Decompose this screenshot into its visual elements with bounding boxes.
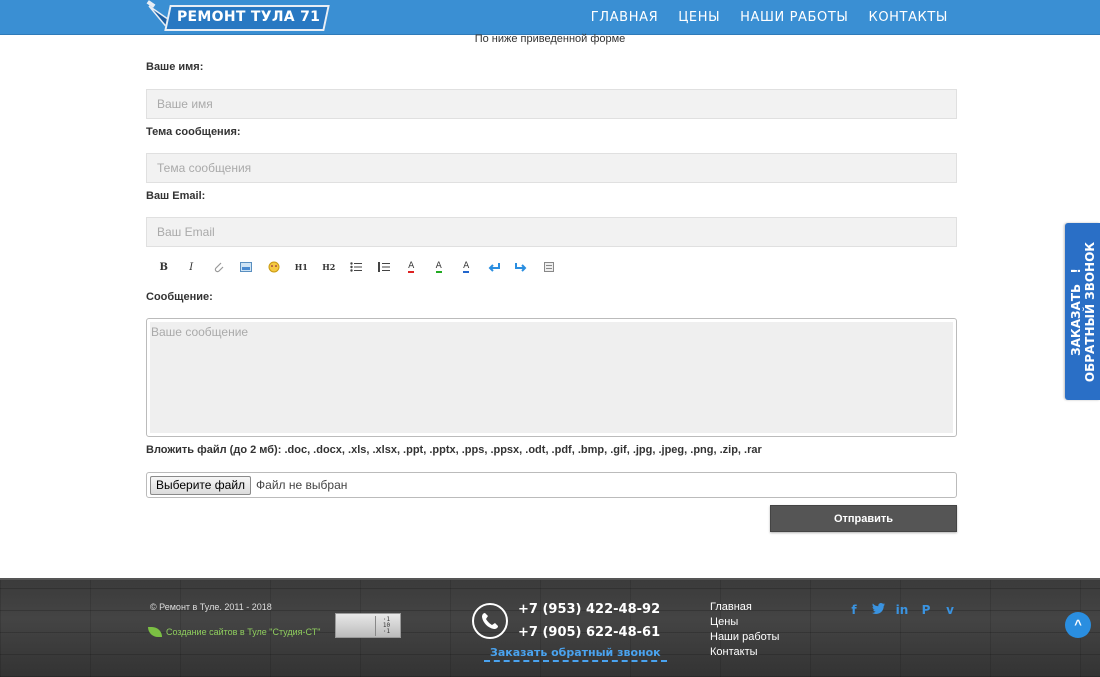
footer-nav-contacts[interactable]: Контакты — [710, 645, 779, 659]
nav-home[interactable]: ГЛАВНАЯ — [591, 10, 658, 25]
phone-number-1[interactable]: +7 (953) 422-48-92 — [518, 602, 660, 617]
studio-link[interactable]: Создание сайтов в Туле "Студия-СТ" — [148, 627, 320, 637]
attach-label: Вложить файл (до 2 мб): .doc, .docx, .xl… — [146, 444, 762, 456]
callback-side-tab-text: ЗАКАЗАТЬ ! ОБРАТНЫЙ ЗВОНОК — [1069, 241, 1097, 381]
font-color-red-button[interactable]: A — [398, 259, 426, 275]
subject-label: Тема сообщения: — [146, 126, 241, 138]
redo-arrow-icon — [515, 263, 527, 272]
footer-nav: Главная Цены Наши работы Контакты — [710, 600, 779, 659]
handset-glyph — [482, 613, 498, 629]
nav-works[interactable]: НАШИ РАБОТЫ — [740, 10, 848, 25]
font-color-blue-icon: A — [463, 261, 470, 273]
callback-side-tab[interactable]: ЗАКАЗАТЬ ! ОБРАТНЫЙ ЗВОНОК — [1065, 223, 1100, 400]
italic-button[interactable]: I — [178, 259, 206, 275]
footer-nav-prices[interactable]: Цены — [710, 615, 779, 629]
source-button[interactable] — [535, 259, 563, 275]
copyright-text: © Ремонт в Туле. 2011 - 2018 — [150, 602, 272, 612]
message-label: Сообщение: — [146, 291, 213, 303]
attach-file-types: .doc, .docx, .xls, .xlsx, .ppt, .pptx, .… — [284, 444, 762, 456]
paperclip-icon — [214, 262, 224, 273]
counter-digits: ·1 10·1 — [375, 616, 397, 636]
email-input[interactable] — [146, 217, 957, 247]
social-links: f in P v — [847, 603, 957, 617]
h1-button[interactable]: H1 — [288, 259, 316, 275]
emoji-button[interactable] — [260, 259, 288, 275]
site-header: РЕМОНТ ТУЛА 71 ГЛАВНАЯ ЦЕНЫ НАШИ РАБОТЫ … — [0, 0, 1100, 35]
phone-icon — [472, 603, 508, 639]
form-intro-text: По ниже приведенной форме — [474, 33, 626, 45]
side-tab-line1: ЗАКАЗАТЬ — [1068, 283, 1083, 356]
bullet-list-icon — [350, 262, 363, 272]
name-input[interactable] — [146, 89, 957, 119]
logo-text: РЕМОНТ ТУЛА 71 — [177, 9, 321, 25]
callback-link[interactable]: Заказать обратный звонок — [484, 646, 667, 662]
bullet-list-button[interactable] — [343, 259, 371, 275]
numbered-list-icon — [377, 262, 390, 272]
scroll-to-top-button[interactable]: ^ — [1065, 612, 1091, 638]
undo-button[interactable] — [480, 259, 508, 275]
font-color-green-icon: A — [435, 261, 442, 273]
main-nav: ГЛАВНАЯ ЦЕНЫ НАШИ РАБОТЫ КОНТАКТЫ — [591, 10, 948, 25]
submit-button[interactable]: Отправить — [770, 505, 957, 532]
vimeo-icon[interactable]: v — [943, 603, 957, 617]
leaf-icon — [148, 627, 162, 637]
bold-button[interactable]: B — [150, 259, 178, 275]
editor-toolbar: B I H1 H2 A A A — [150, 259, 563, 275]
attach-label-title: Вложить файл (до 2 мб): — [146, 444, 282, 456]
choose-file-button[interactable]: Выберите файл — [150, 475, 252, 495]
visit-counter[interactable]: ·1 10·1 — [335, 613, 401, 638]
font-color-red-icon: A — [408, 261, 415, 273]
message-textarea[interactable] — [150, 322, 953, 433]
nav-prices[interactable]: ЦЕНЫ — [678, 10, 720, 25]
font-color-blue-button[interactable]: A — [453, 259, 481, 275]
twitter-icon[interactable] — [871, 603, 885, 617]
footer-nav-works[interactable]: Наши работы — [710, 630, 779, 644]
site-footer: © Ремонт в Туле. 2011 - 2018 Создание са… — [0, 578, 1100, 677]
message-field-wrap — [146, 318, 957, 437]
redo-button[interactable] — [508, 259, 536, 275]
h2-button[interactable]: H2 — [315, 259, 343, 275]
file-input: Выберите файл Файл не выбран — [146, 472, 957, 498]
pinterest-icon[interactable]: P — [919, 603, 933, 617]
email-label: Ваш Email: — [146, 190, 206, 202]
footer-nav-home[interactable]: Главная — [710, 600, 779, 614]
image-button[interactable] — [233, 259, 261, 275]
subject-input[interactable] — [146, 153, 957, 183]
link-button[interactable] — [205, 259, 233, 275]
nav-contacts[interactable]: КОНТАКТЫ — [868, 10, 948, 25]
numbered-list-button[interactable] — [370, 259, 398, 275]
phone-number-2[interactable]: +7 (905) 622-48-61 — [518, 625, 660, 640]
image-icon — [240, 262, 253, 272]
studio-link-text: Создание сайтов в Туле "Студия-СТ" — [166, 627, 321, 637]
facebook-icon[interactable]: f — [847, 603, 861, 617]
side-tab-mark: ! — [1068, 267, 1083, 274]
font-color-green-button[interactable]: A — [425, 259, 453, 275]
linkedin-icon[interactable]: in — [895, 603, 909, 617]
file-status: Файл не выбран — [256, 478, 348, 492]
undo-arrow-icon — [488, 263, 500, 272]
source-icon — [543, 262, 554, 272]
smiley-icon — [268, 261, 280, 273]
side-tab-line2: ОБРАТНЫЙ ЗВОНОК — [1082, 241, 1097, 382]
name-label: Ваше имя: — [146, 61, 204, 73]
